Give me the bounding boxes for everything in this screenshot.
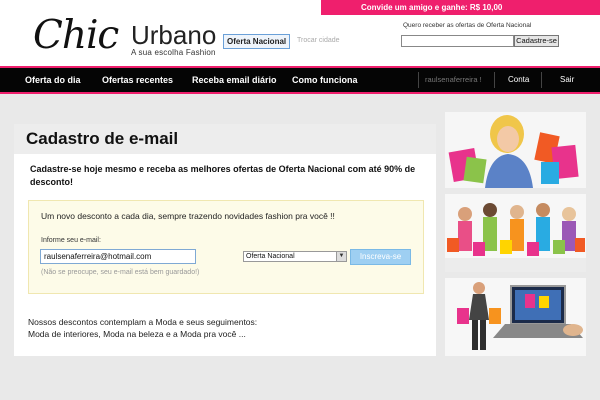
email-field[interactable]: raulsenaferreira@hotmail.com [40,249,196,264]
lead-text: Cadastre-se hoje mesmo e receba as melho… [30,164,416,187]
card-header: Cadastro de e-mail [14,124,436,154]
footer-line: Moda de interiores, Moda na beleza e a M… [28,329,246,339]
logo-urbano: Urbano [131,20,217,50]
nav-item-como-funciona[interactable]: Como funciona [292,68,358,92]
invite-text: Convide um amigo e ganhe: [361,3,470,12]
header-email-input[interactable] [401,35,514,47]
promo-image-online-shopping[interactable] [445,278,586,356]
header-subscribe-button[interactable]: Cadastre-se [514,35,559,47]
nav-item-oferta-do-dia[interactable]: Oferta do dia [25,68,81,92]
main-nav: Oferta do dia Ofertas recentes Receba em… [0,66,600,94]
shopper-illustration [445,112,586,188]
invite-banner[interactable]: Convide um amigo e ganhe: R$ 10,00 [321,0,600,15]
signup-card: Cadastro de e-mail Cadastre-se hoje mesm… [14,124,436,356]
logo-tagline: A sua escolha Fashion [131,48,216,57]
subscribe-button[interactable]: Inscreva-se [350,249,411,265]
online-shopping-illustration [445,278,586,356]
nav-item-receba-email[interactable]: Receba email diário [192,68,277,92]
header: Convide um amigo e ganhe: R$ 10,00 Chic … [0,0,600,66]
nav-divider [418,72,419,88]
promo-image-shopper[interactable] [445,112,586,188]
footer-line: Nossos descontos contemplam a Moda e seu… [28,317,258,327]
email-note: (Não se preocupe, seu e-mail está bem gu… [41,269,200,276]
email-label: Informe seu e-mail: [41,237,101,244]
city-select-value: Oferta Nacional [246,253,295,260]
logo-chic: Chic [33,13,119,58]
signup-form: Um novo desconto a cada dia, sempre traz… [28,200,424,294]
nav-username: raulsenaferreira ! [425,75,482,84]
nav-logout-link[interactable]: Sair [560,68,574,92]
group-illustration [445,194,586,272]
nav-account-link[interactable]: Conta [508,68,529,92]
nav-divider [494,72,495,88]
page-title: Cadastro de e-mail [26,129,179,148]
site-logo[interactable]: Chic Urbano A sua escolha Fashion [33,14,233,62]
card-footer: Nossos descontos contemplam a Moda e seu… [28,316,428,340]
subscribe-label: Quero receber as ofertas de Oferta Nacio… [403,22,532,29]
change-city-link[interactable]: Trocar cidade [297,37,340,44]
city-select[interactable]: Oferta Nacional ▼ [243,251,347,262]
nav-divider [541,72,542,88]
nav-item-ofertas-recentes[interactable]: Ofertas recentes [102,68,173,92]
chevron-down-icon[interactable]: ▼ [336,252,346,261]
invite-amount: R$ 10,00 [469,3,503,12]
current-city[interactable]: Oferta Nacional [223,34,291,49]
promo-image-group[interactable] [445,194,586,272]
form-intro: Um novo desconto a cada dia, sempre traz… [41,211,335,221]
